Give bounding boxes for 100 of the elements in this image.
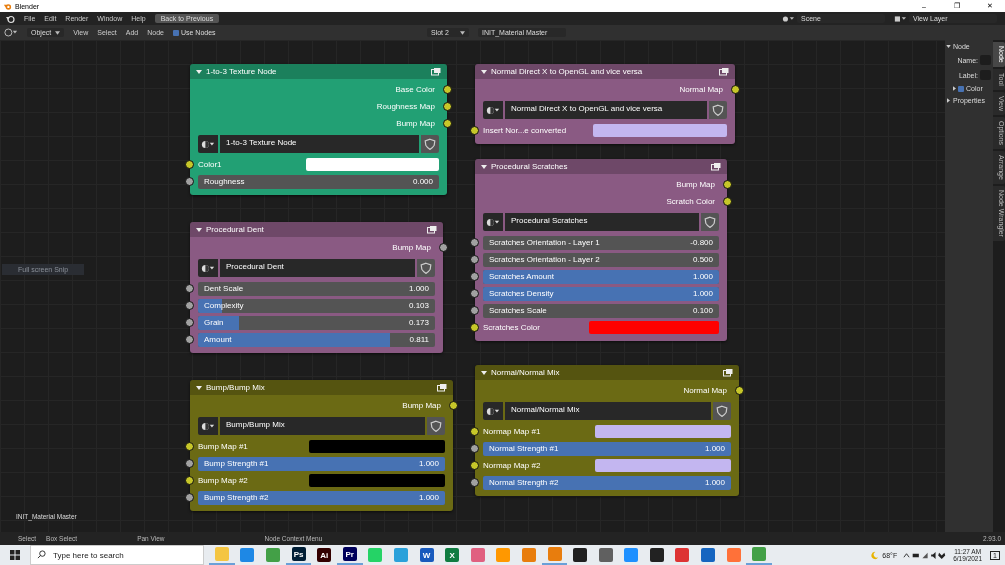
output-socket[interactable]	[443, 119, 452, 128]
node-header[interactable]: Bump/Bump Mix	[190, 380, 453, 395]
node-header[interactable]: Normal/Normal Mix	[475, 365, 739, 380]
output-socket[interactable]	[439, 243, 448, 252]
color-swatch[interactable]	[594, 459, 731, 472]
value-slider[interactable]: Dent Scale 1.000	[198, 281, 435, 296]
input-socket[interactable]	[470, 272, 479, 281]
collapse-caret-icon[interactable]	[196, 227, 202, 232]
input-socket[interactable]	[185, 335, 194, 344]
color-checkbox[interactable]	[958, 85, 964, 92]
node-group-icon[interactable]	[437, 383, 447, 392]
value-slider[interactable]: Scratches Density 1.000	[483, 286, 719, 301]
node-group-dropdown[interactable]	[198, 417, 218, 435]
value-slider[interactable]: Normal Strength #1 1.000	[483, 441, 731, 456]
node-group-dropdown[interactable]	[483, 213, 503, 231]
output-socket[interactable]	[443, 102, 452, 111]
input-socket[interactable]	[470, 255, 479, 264]
color-swatch[interactable]	[592, 124, 727, 137]
value-slider[interactable]: Bump Strength #1 1.000	[198, 456, 445, 471]
output-socket[interactable]	[723, 197, 732, 206]
scene-icon[interactable]	[782, 14, 794, 23]
node-group-icon[interactable]	[723, 368, 733, 377]
shield-icon[interactable]	[701, 213, 719, 231]
node-group-dropdown[interactable]	[483, 101, 503, 119]
collapse-caret-icon[interactable]	[481, 69, 487, 74]
node-group-icon[interactable]	[427, 225, 437, 234]
node-group-name[interactable]: Normal Direct X to OpenGL and vice versa	[505, 101, 707, 119]
color-swatch[interactable]	[594, 425, 731, 438]
output-socket[interactable]	[735, 386, 744, 395]
collapse-caret-icon[interactable]	[481, 164, 487, 169]
value-slider[interactable]: Grain 0.173	[198, 315, 435, 330]
input-socket[interactable]	[470, 306, 479, 315]
input-socket[interactable]	[470, 289, 479, 298]
collapse-caret-icon[interactable]	[481, 370, 487, 375]
node-card[interactable]: Normal/Normal Mix Normal Map Normal/Normal Mix Normap Map #1 Normal Strength #1 1.000 Normap Map #2 Normal Strength #2 1.000	[475, 365, 739, 496]
node-group-name[interactable]: Bump/Bump Mix	[220, 417, 425, 435]
node-group-dropdown[interactable]	[483, 402, 503, 420]
input-socket[interactable]	[185, 459, 194, 468]
value-slider[interactable]: Scratches Orientation - Layer 1 -0.800	[483, 235, 719, 250]
node-group-icon[interactable]	[711, 162, 721, 171]
color-swatch[interactable]	[309, 474, 445, 487]
collapse-caret-icon[interactable]	[196, 385, 202, 390]
blender-logo-icon[interactable]	[5, 13, 15, 24]
node-group-name[interactable]: 1-to-3 Texture Node	[220, 135, 419, 153]
value-slider[interactable]: Amount 0.811	[198, 332, 435, 347]
collapse-caret-icon[interactable]	[196, 69, 202, 74]
node-header[interactable]: Procedural Dent	[190, 222, 443, 237]
node-card[interactable]: Bump/Bump Mix Bump Map Bump/Bump Mix Bump Map #1 Bump Strength #1 1.000 Bump Map #2 Bump Strength #2 1.000	[190, 380, 453, 511]
input-socket[interactable]	[470, 444, 479, 453]
disclosure-triangle-icon[interactable]	[947, 98, 950, 103]
node-header[interactable]: Normal Direct X to OpenGL and vice versa	[475, 64, 735, 79]
shield-icon[interactable]	[417, 259, 435, 277]
input-socket[interactable]	[470, 323, 479, 332]
value-slider[interactable]: Scratches Amount 1.000	[483, 269, 719, 284]
shield-icon[interactable]	[427, 417, 445, 435]
system-tray-icons[interactable]	[903, 550, 948, 560]
value-slider[interactable]: Scratches Scale 0.100	[483, 303, 719, 318]
value-slider[interactable]: Normal Strength #2 1.000	[483, 475, 731, 490]
value-slider[interactable]: Scratches Orientation - Layer 2 0.500	[483, 252, 719, 267]
node-header[interactable]: Procedural Scratches	[475, 159, 727, 174]
input-socket[interactable]	[185, 476, 194, 485]
output-socket[interactable]	[731, 85, 740, 94]
input-socket[interactable]	[470, 478, 479, 487]
node-group-name[interactable]: Procedural Scratches	[505, 213, 699, 231]
node-card[interactable]: Normal Direct X to OpenGL and vice versa Normal Map Normal Direct X to OpenGL and vice versa Insert Nor...e converted	[475, 64, 735, 144]
output-socket[interactable]	[449, 401, 458, 410]
node-header[interactable]: 1-to-3 Texture Node	[190, 64, 447, 79]
editor-type-icon[interactable]	[4, 28, 18, 37]
value-slider[interactable]: Bump Strength #2 1.000	[198, 490, 445, 505]
node-group-name[interactable]: Normal/Normal Mix	[505, 402, 711, 420]
input-socket[interactable]	[185, 493, 194, 502]
input-socket[interactable]	[470, 238, 479, 247]
input-socket[interactable]	[470, 427, 479, 436]
input-socket[interactable]	[185, 177, 194, 186]
taskbar-search-field[interactable]: Type here to search	[30, 545, 204, 565]
shield-icon[interactable]	[713, 402, 731, 420]
node-group-icon[interactable]	[719, 67, 729, 76]
shield-icon[interactable]	[709, 101, 727, 119]
node-card[interactable]: 1-to-3 Texture Node Base Color Roughness Map Bump Map 1-to-3 Texture Node Color1 Roughness 0.000	[190, 64, 447, 195]
disclosure-triangle-icon[interactable]	[953, 86, 956, 91]
input-socket[interactable]	[185, 160, 194, 169]
value-slider[interactable]: Roughness 0.000	[198, 174, 439, 189]
input-socket[interactable]	[185, 318, 194, 327]
input-socket[interactable]	[185, 284, 194, 293]
node-group-icon[interactable]	[431, 67, 441, 76]
node-card[interactable]	[475, 159, 727, 341]
color-swatch[interactable]	[589, 321, 719, 334]
node-group-dropdown[interactable]	[198, 259, 218, 277]
disclosure-triangle-icon[interactable]	[946, 45, 951, 48]
input-socket[interactable]	[185, 442, 194, 451]
view-layer-icon[interactable]	[894, 14, 906, 23]
node-group-dropdown[interactable]	[198, 135, 218, 153]
windows-start-icon[interactable]	[10, 550, 20, 560]
input-socket[interactable]	[470, 461, 479, 470]
color-swatch[interactable]	[306, 158, 439, 171]
output-socket[interactable]	[723, 180, 732, 189]
shield-icon[interactable]	[421, 135, 439, 153]
node-group-name[interactable]: Procedural Dent	[220, 259, 415, 277]
input-socket[interactable]	[470, 126, 479, 135]
color-swatch[interactable]	[309, 440, 445, 453]
